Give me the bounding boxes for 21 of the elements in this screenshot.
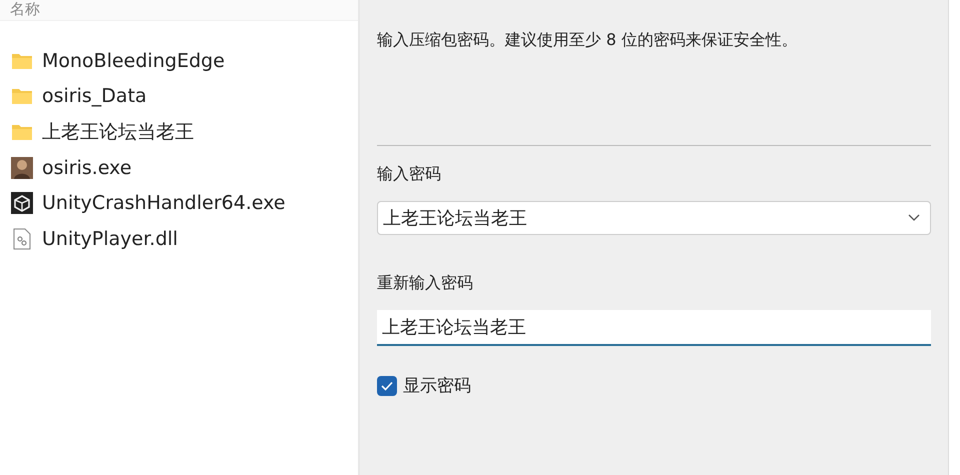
- checkbox-label[interactable]: 显示密码: [403, 374, 471, 397]
- checkbox[interactable]: [377, 376, 397, 396]
- field-label: 重新输入密码: [377, 273, 474, 294]
- folder-icon: [11, 52, 33, 70]
- file-name[interactable]: UnityCrashHandler64.exe: [42, 192, 286, 214]
- file-name[interactable]: MonoBleedingEdge: [42, 50, 225, 72]
- file-name[interactable]: osiris.exe: [42, 156, 132, 179]
- field-label: 输入密码: [377, 164, 442, 185]
- app-icon: [11, 156, 33, 179]
- file-icon: [13, 228, 31, 250]
- unity-icon: [11, 192, 33, 214]
- folder-icon: [11, 122, 33, 141]
- file-name[interactable]: UnityPlayer.dll: [42, 228, 178, 250]
- description-text: 输入压缩包密码。建议使用至少 8 位的密码来保证安全性。: [377, 30, 798, 49]
- file-name[interactable]: osiris_Data: [42, 85, 147, 108]
- file-name[interactable]: 上老王论坛当老王: [42, 118, 194, 145]
- chevron-down-icon[interactable]: [908, 214, 920, 222]
- check-icon: [381, 380, 393, 390]
- password-combo-field[interactable]: 上老王论坛当老王: [377, 201, 931, 235]
- password-input-field[interactable]: 上老王论坛当老王: [377, 310, 931, 346]
- folder-icon: [11, 87, 33, 106]
